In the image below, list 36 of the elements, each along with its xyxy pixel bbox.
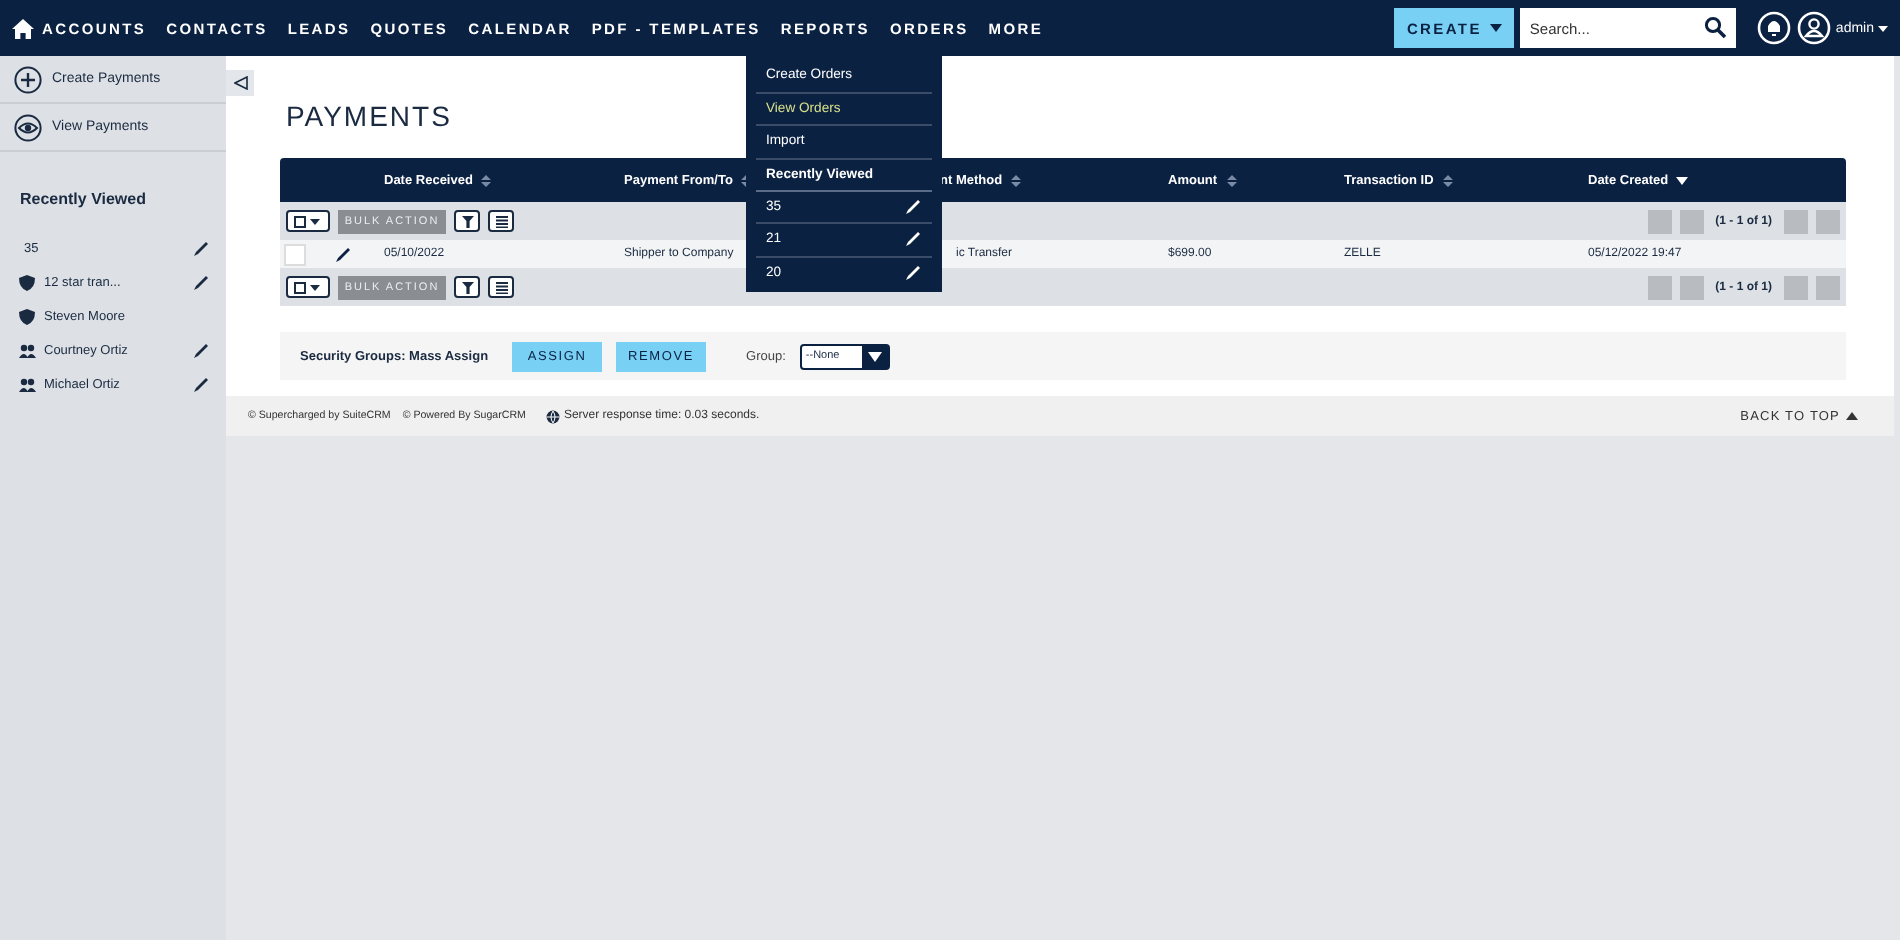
- sort-icon[interactable]: [1225, 173, 1238, 187]
- columns-button[interactable]: [488, 276, 514, 298]
- filter-icon: [461, 281, 473, 293]
- filter-icon: [461, 215, 473, 227]
- sort-icon[interactable]: [1010, 173, 1023, 187]
- caret-icon[interactable]: [1878, 25, 1888, 31]
- eye-icon: [14, 113, 42, 141]
- collapse-icon: [233, 76, 247, 90]
- select-dropdown[interactable]: [286, 276, 330, 298]
- user-icon[interactable]: [1795, 10, 1832, 46]
- filter-button[interactable]: [454, 276, 480, 298]
- sort-desc-icon[interactable]: [1676, 175, 1689, 185]
- globe-icon: [545, 409, 560, 423]
- edit-icon[interactable]: [334, 245, 352, 263]
- collapse-button[interactable]: [226, 70, 254, 96]
- home-icon[interactable]: [12, 17, 34, 39]
- filter-button[interactable]: [454, 210, 480, 232]
- page-title: PAYMENTS: [286, 100, 452, 132]
- sort-icon[interactable]: [1441, 173, 1454, 187]
- caret-icon: [867, 351, 882, 361]
- notification-icon[interactable]: [1755, 10, 1792, 46]
- sort-icon[interactable]: [480, 173, 493, 187]
- select-dropdown[interactable]: [286, 210, 330, 232]
- up-icon: [1846, 412, 1858, 420]
- plus-icon: [14, 65, 42, 93]
- caret-icon: [1489, 24, 1502, 32]
- columns-button[interactable]: [488, 210, 514, 232]
- list-icon: [495, 215, 507, 227]
- list-icon: [495, 281, 507, 293]
- checkbox-caret-icon: [294, 215, 322, 227]
- people-icon: [18, 376, 36, 394]
- recently-viewed-heading: Recently Viewed: [18, 188, 148, 212]
- search-icon[interactable]: [1703, 16, 1726, 38]
- people-icon: [18, 342, 36, 360]
- checkbox-caret-icon: [294, 281, 322, 293]
- row-checkbox[interactable]: [284, 243, 306, 265]
